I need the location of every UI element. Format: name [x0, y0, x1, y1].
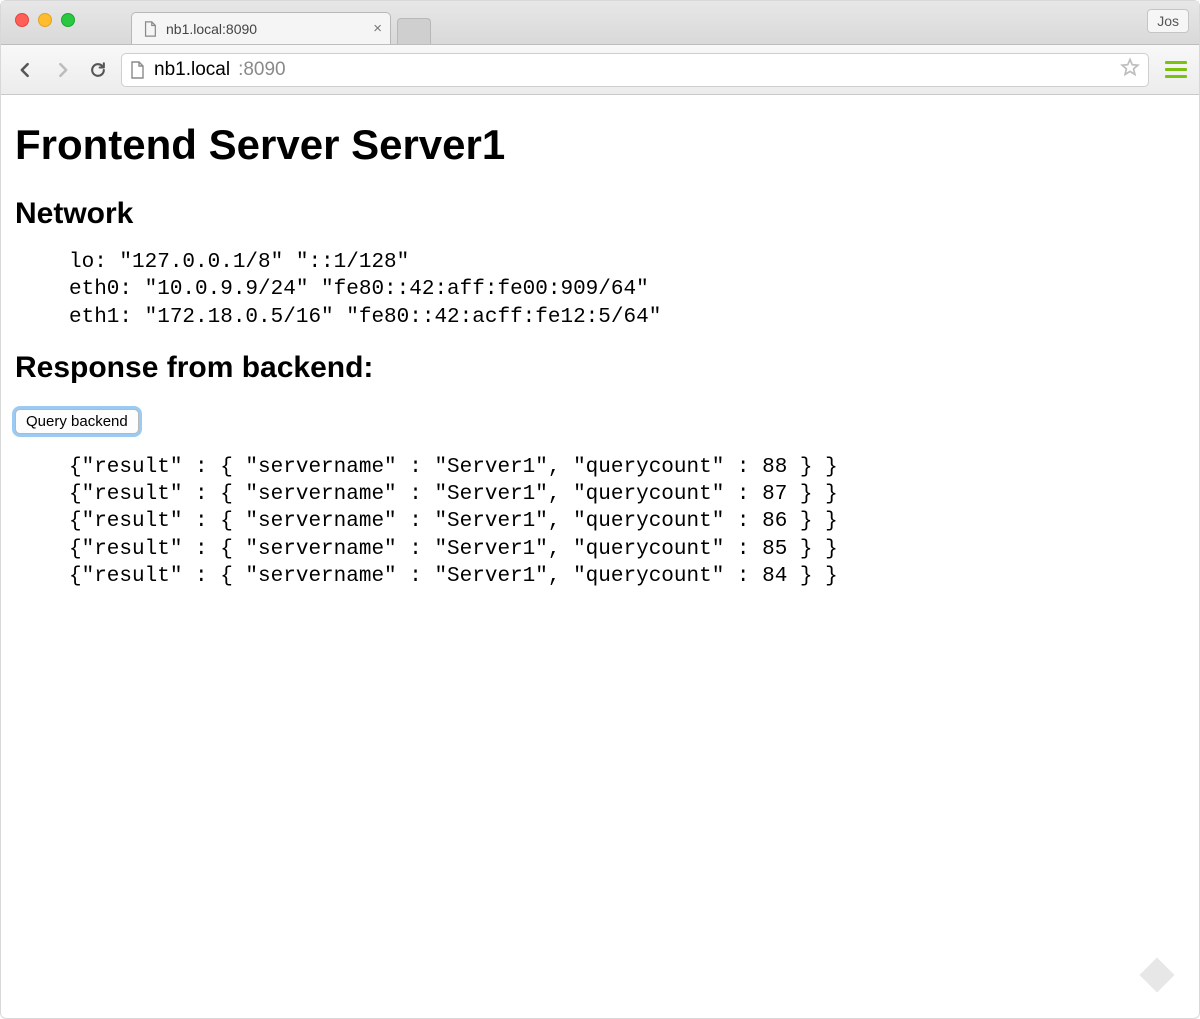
response-block: {"result" : { "servername" : "Server1", … — [69, 454, 1185, 590]
browser-tab-active[interactable]: nb1.local:8090 × — [131, 12, 391, 44]
network-block: lo: "127.0.0.1/8" "::1/128" eth0: "10.0.… — [69, 249, 1185, 331]
tab-close-icon[interactable]: × — [373, 21, 382, 36]
window-zoom-button[interactable] — [61, 13, 75, 27]
bookmark-star-icon[interactable] — [1120, 57, 1140, 83]
window-close-button[interactable] — [15, 13, 29, 27]
page-title: Frontend Server Server1 — [15, 121, 1185, 169]
back-button[interactable] — [13, 57, 39, 83]
menu-button[interactable] — [1165, 61, 1187, 78]
profile-chip[interactable]: Jos — [1147, 9, 1189, 33]
browser-toolbar: nb1.local :8090 — [1, 45, 1199, 95]
page-icon — [142, 21, 158, 37]
url-host: nb1.local — [154, 59, 230, 81]
forward-button[interactable] — [49, 57, 75, 83]
address-bar[interactable]: nb1.local :8090 — [121, 53, 1149, 87]
page-icon — [130, 61, 146, 79]
window-minimize-button[interactable] — [38, 13, 52, 27]
url-port: :8090 — [238, 59, 286, 81]
tab-strip: nb1.local:8090 × — [131, 1, 431, 44]
watermark-icon — [1136, 954, 1178, 1001]
response-heading: Response from backend: — [15, 351, 1185, 385]
window-titlebar: nb1.local:8090 × Jos — [1, 1, 1199, 45]
window-controls — [15, 13, 75, 27]
page-body: Frontend Server Server1 Network lo: "127… — [1, 95, 1199, 622]
network-heading: Network — [15, 197, 1185, 231]
query-backend-button[interactable]: Query backend — [15, 409, 139, 434]
new-tab-button[interactable] — [397, 18, 431, 44]
menu-icon — [1165, 61, 1187, 64]
tab-title: nb1.local:8090 — [166, 21, 257, 37]
reload-button[interactable] — [85, 57, 111, 83]
